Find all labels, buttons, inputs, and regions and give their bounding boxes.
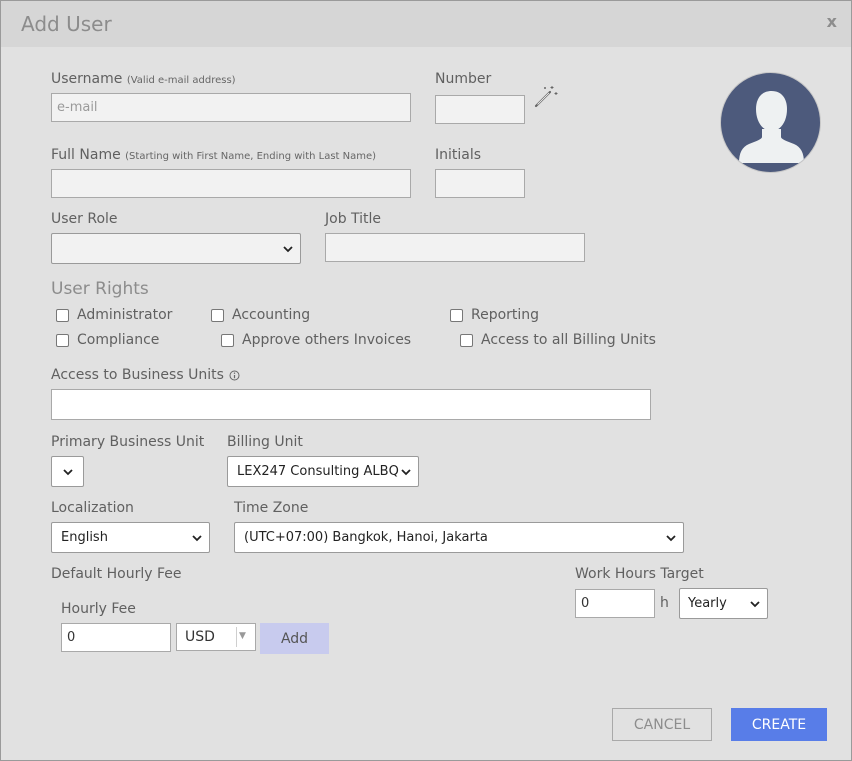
- add-fee-button[interactable]: Add: [260, 623, 329, 654]
- full-name-input[interactable]: [51, 169, 411, 198]
- right-accounting[interactable]: Accounting: [211, 307, 310, 323]
- compliance-label: Compliance: [77, 332, 160, 348]
- billing-unit-label: Billing Unit: [227, 434, 303, 450]
- dialog-titlebar: Add User x: [1, 1, 851, 47]
- default-hourly-fee-label: Default Hourly Fee: [51, 566, 182, 582]
- chevron-down-icon: [666, 535, 676, 542]
- full-name-label-row: Full Name (Starting with First Name, End…: [51, 147, 376, 163]
- user-role-label: User Role: [51, 211, 118, 227]
- work-hours-target-input[interactable]: [575, 589, 655, 618]
- right-approve-invoices[interactable]: Approve others Invoices: [221, 332, 411, 348]
- avatar[interactable]: [720, 72, 821, 173]
- full-name-label: Full Name: [51, 147, 121, 163]
- hourly-fee-input[interactable]: [61, 623, 171, 652]
- number-input[interactable]: [435, 95, 525, 124]
- info-icon[interactable]: [229, 370, 240, 381]
- administrator-label: Administrator: [77, 307, 173, 323]
- username-hint: (Valid e-mail address): [126, 75, 236, 86]
- localization-label: Localization: [51, 500, 134, 516]
- initials-input[interactable]: [435, 169, 525, 198]
- right-all-billing-units[interactable]: Access to all Billing Units: [460, 332, 656, 348]
- business-units-label-row: Access to Business Units: [51, 367, 240, 383]
- full-name-hint: (Starting with First Name, Ending with L…: [125, 151, 377, 162]
- time-zone-select[interactable]: (UTC+07:00) Bangkok, Hanoi, Jakarta: [234, 522, 684, 553]
- currency-select[interactable]: USD ▼: [176, 623, 256, 651]
- localization-select[interactable]: English: [51, 522, 210, 553]
- job-title-label: Job Title: [325, 211, 382, 227]
- administrator-checkbox[interactable]: [56, 308, 69, 322]
- user-silhouette-icon: [739, 91, 804, 163]
- initials-label: Initials: [435, 147, 482, 163]
- primary-business-unit-label: Primary Business Unit: [51, 434, 205, 450]
- billing-unit-select[interactable]: LEX247 Consulting ALBQ: [227, 456, 419, 487]
- currency-value: USD: [185, 629, 215, 645]
- work-hours-target-label: Work Hours Target: [575, 566, 704, 582]
- approve-invoices-checkbox[interactable]: [221, 333, 234, 347]
- create-button[interactable]: CREATE: [731, 708, 827, 741]
- hourly-fee-label: Hourly Fee: [61, 601, 136, 617]
- business-units-label: Access to Business Units: [51, 367, 224, 383]
- time-zone-value: (UTC+07:00) Bangkok, Hanoi, Jakarta: [244, 530, 488, 545]
- add-user-dialog: Add User x Username (Valid e-mail addres…: [0, 0, 852, 761]
- chevron-down-icon: [401, 469, 411, 476]
- compliance-checkbox[interactable]: [56, 333, 69, 347]
- user-role-select[interactable]: [51, 233, 301, 264]
- right-compliance[interactable]: Compliance: [56, 332, 159, 348]
- chevron-down-icon: [750, 601, 760, 608]
- close-button[interactable]: x: [827, 12, 837, 31]
- user-rights-heading: User Rights: [51, 279, 149, 299]
- magic-wand-icon[interactable]: [533, 83, 559, 109]
- billing-unit-value: LEX247 Consulting ALBQ: [237, 464, 399, 479]
- all-billing-units-checkbox[interactable]: [460, 333, 473, 347]
- currency-separator: [236, 627, 237, 647]
- username-label-row: Username (Valid e-mail address): [51, 71, 236, 87]
- username-label: Username: [51, 71, 123, 87]
- all-billing-units-label: Access to all Billing Units: [481, 332, 656, 348]
- reporting-label: Reporting: [471, 307, 540, 323]
- reporting-checkbox[interactable]: [450, 308, 463, 322]
- right-administrator[interactable]: Administrator: [56, 307, 172, 323]
- chevron-down-icon: [283, 246, 293, 253]
- number-label: Number: [435, 71, 492, 87]
- username-input[interactable]: [51, 93, 411, 122]
- time-zone-label: Time Zone: [234, 500, 309, 516]
- hours-unit-label: h: [660, 595, 669, 611]
- caret-down-icon: ▼: [239, 631, 246, 641]
- right-reporting[interactable]: Reporting: [450, 307, 539, 323]
- chevron-down-icon: [192, 535, 202, 542]
- primary-business-unit-select[interactable]: [51, 456, 84, 487]
- approve-invoices-label: Approve others Invoices: [242, 332, 412, 348]
- accounting-label: Accounting: [232, 307, 311, 323]
- accounting-checkbox[interactable]: [211, 308, 224, 322]
- job-title-input[interactable]: [325, 233, 585, 262]
- localization-value: English: [61, 530, 108, 545]
- dialog-title: Add User: [21, 12, 112, 36]
- work-hours-period-value: Yearly: [688, 596, 727, 611]
- cancel-button[interactable]: CANCEL: [612, 708, 712, 741]
- business-units-input[interactable]: [51, 389, 651, 420]
- chevron-down-icon: [63, 469, 73, 476]
- work-hours-period-select[interactable]: Yearly: [679, 588, 768, 619]
